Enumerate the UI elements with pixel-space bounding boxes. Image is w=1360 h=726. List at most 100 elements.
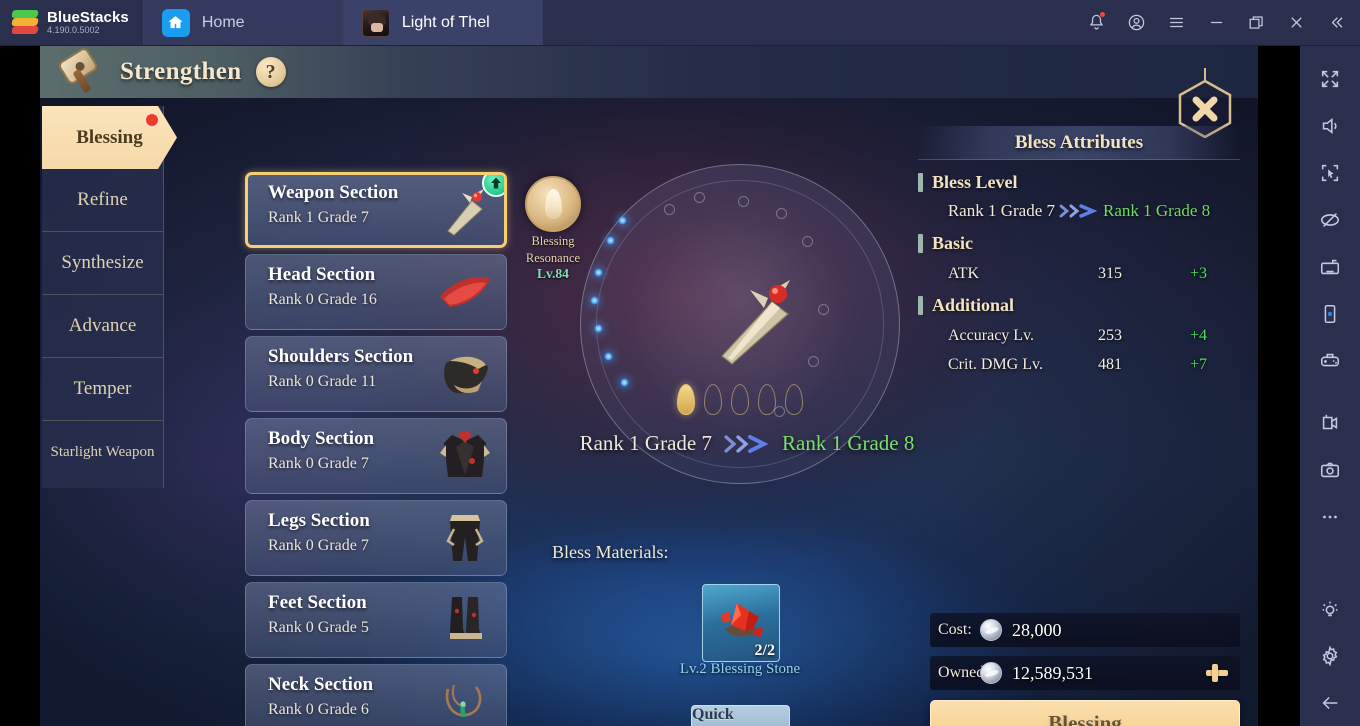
home-icon xyxy=(161,8,190,37)
equipment-row-shoulders[interactable]: Shoulders Section Rank 0 Grade 11 xyxy=(245,336,507,412)
sidebar-item-starlight-weapon-label: Starlight Weapon xyxy=(50,444,155,461)
material-slot[interactable]: 2/2 xyxy=(702,584,780,662)
blessing-action-button[interactable]: Blessing xyxy=(930,700,1240,726)
bluestacks-tool-sidebar xyxy=(1300,46,1360,726)
upgrade-available-icon xyxy=(482,175,504,197)
fullscreen-icon[interactable] xyxy=(1300,56,1360,103)
bless-level-section-title: Bless Level xyxy=(918,172,1240,193)
more-icon[interactable] xyxy=(1300,493,1360,540)
basic-section-title: Basic xyxy=(918,233,1240,254)
notification-badge xyxy=(1099,10,1106,18)
rune-glow-dot xyxy=(594,268,603,277)
equipment-row-body[interactable]: Body Section Rank 0 Grade 7 xyxy=(245,418,507,494)
account-icon[interactable] xyxy=(1116,0,1156,46)
additional-section-title: Additional xyxy=(918,295,1240,316)
necklace-icon xyxy=(434,673,496,726)
sidebar-item-advance-label: Advance xyxy=(68,315,137,337)
quick-synthesis-button[interactable]: Quick Synthesis xyxy=(691,705,790,726)
bluestacks-brand-name: BlueStacks xyxy=(47,8,129,26)
cost-value: 28,000 xyxy=(1012,619,1062,640)
keyboard-icon[interactable] xyxy=(1300,244,1360,291)
rune-glow-dot xyxy=(604,352,613,361)
collapse-icon[interactable] xyxy=(1316,0,1356,46)
bluestacks-tab-strip: Home Light of Thel xyxy=(142,0,543,45)
bless-materials-label: Bless Materials: xyxy=(552,542,669,562)
basic-label: Basic xyxy=(932,233,974,253)
sidebar-item-starlight-weapon[interactable]: Starlight Weapon xyxy=(42,421,163,484)
sidebar-item-blessing[interactable]: Blessing xyxy=(42,106,177,169)
material-name: Lv.2 Blessing Stone xyxy=(679,661,801,677)
bless-level-label: Bless Level xyxy=(932,172,1018,192)
menu-icon[interactable] xyxy=(1156,0,1196,46)
chevron-right-icon xyxy=(724,434,770,454)
cursor-target-icon[interactable] xyxy=(1300,150,1360,197)
rune-glow-dot xyxy=(590,296,599,305)
equipment-row-head[interactable]: Head Section Rank 0 Grade 16 xyxy=(245,254,507,330)
notifications-icon[interactable] xyxy=(1076,0,1116,46)
video-record-icon[interactable] xyxy=(1300,399,1360,446)
back-arrow-icon[interactable] xyxy=(1300,679,1360,726)
section-marker xyxy=(918,296,923,315)
silver-coin-icon xyxy=(980,619,1002,641)
window-controls xyxy=(1076,0,1360,45)
owned-value: 12,589,531 xyxy=(1012,662,1093,683)
volume-icon[interactable] xyxy=(1300,103,1360,150)
stat-delta: +3 xyxy=(1190,265,1208,282)
sidebar-item-synthesize[interactable]: Synthesize xyxy=(42,232,163,295)
chest-armor-icon xyxy=(434,427,496,487)
section-marker xyxy=(918,173,923,192)
stat-name: ATK xyxy=(948,265,980,282)
bless-level-to: Rank 1 Grade 8 xyxy=(1103,201,1211,220)
bluestacks-brand: BlueStacks 4.190.0.5002 xyxy=(0,0,143,45)
tab-light-of-thel[interactable]: Light of Thel xyxy=(342,0,543,45)
stat-row: Accuracy Lv. 253 +4 xyxy=(918,327,1240,345)
grade-pip-track xyxy=(677,384,803,415)
screenshot-icon[interactable] xyxy=(1300,446,1360,493)
tab-light-of-thel-label: Light of Thel xyxy=(401,13,490,31)
tab-home[interactable]: Home xyxy=(142,0,343,45)
equipment-row-weapon[interactable]: Weapon Section Rank 1 Grade 7 xyxy=(245,172,507,248)
chevron-right-icon xyxy=(1059,203,1099,219)
help-button[interactable]: ? xyxy=(255,57,286,87)
pauldron-icon xyxy=(434,345,496,405)
sidebar-item-blessing-label: Blessing xyxy=(76,126,143,148)
game-viewport: Strengthen ? Blessing Refine Synthesize … xyxy=(40,46,1258,726)
blessing-stone-icon xyxy=(715,599,769,645)
stat-delta: +4 xyxy=(1190,327,1208,344)
grade-pip xyxy=(731,384,749,415)
rank-from: Rank 1 Grade 7 xyxy=(579,431,712,455)
minimize-icon[interactable] xyxy=(1196,0,1236,46)
grade-pip xyxy=(704,384,722,415)
sidebar-item-refine-label: Refine xyxy=(77,189,128,211)
close-icon[interactable] xyxy=(1276,0,1316,46)
eye-off-icon[interactable] xyxy=(1300,197,1360,244)
bless-attributes-panel: Bless Attributes Bless Level Rank 1 Grad… xyxy=(918,126,1240,374)
sidebar-item-advance[interactable]: Advance xyxy=(42,295,163,358)
blessing-new-badge xyxy=(145,113,159,127)
preview-item-icon xyxy=(702,276,832,376)
equipment-row-legs[interactable]: Legs Section Rank 0 Grade 7 xyxy=(245,500,507,576)
game-avatar-icon xyxy=(361,8,390,37)
bluestacks-logo-icon xyxy=(11,9,39,36)
device-rotate-icon[interactable] xyxy=(1300,291,1360,338)
equipment-row-feet[interactable]: Feet Section Rank 0 Grade 5 xyxy=(245,582,507,658)
bless-attributes-title: Bless Attributes xyxy=(918,126,1240,160)
restore-icon[interactable] xyxy=(1236,0,1276,46)
bluestacks-version: 4.190.0.5002 xyxy=(47,25,100,36)
gamepad-icon[interactable] xyxy=(1300,338,1360,385)
rune-glow-dot xyxy=(618,216,627,225)
tab-home-label: Home xyxy=(201,13,245,31)
material-count: 2/2 xyxy=(754,642,775,659)
equipment-row-neck[interactable]: Neck Section Rank 0 Grade 6 xyxy=(245,664,507,726)
cost-label: Cost: xyxy=(938,621,972,638)
add-currency-button[interactable] xyxy=(1204,660,1230,686)
page-title: Strengthen xyxy=(120,58,242,85)
grade-pip xyxy=(758,384,776,415)
sidebar-item-temper[interactable]: Temper xyxy=(42,358,163,421)
sidebar-item-refine[interactable]: Refine xyxy=(42,169,163,232)
brightness-icon[interactable] xyxy=(1300,585,1360,632)
bluestacks-title-bar: BlueStacks 4.190.0.5002 Home Light of Th… xyxy=(0,0,1360,46)
settings-icon[interactable] xyxy=(1300,632,1360,679)
owned-row: Owned: 12,589,531 xyxy=(930,656,1240,690)
stat-name: Crit. DMG Lv. xyxy=(948,356,1043,373)
